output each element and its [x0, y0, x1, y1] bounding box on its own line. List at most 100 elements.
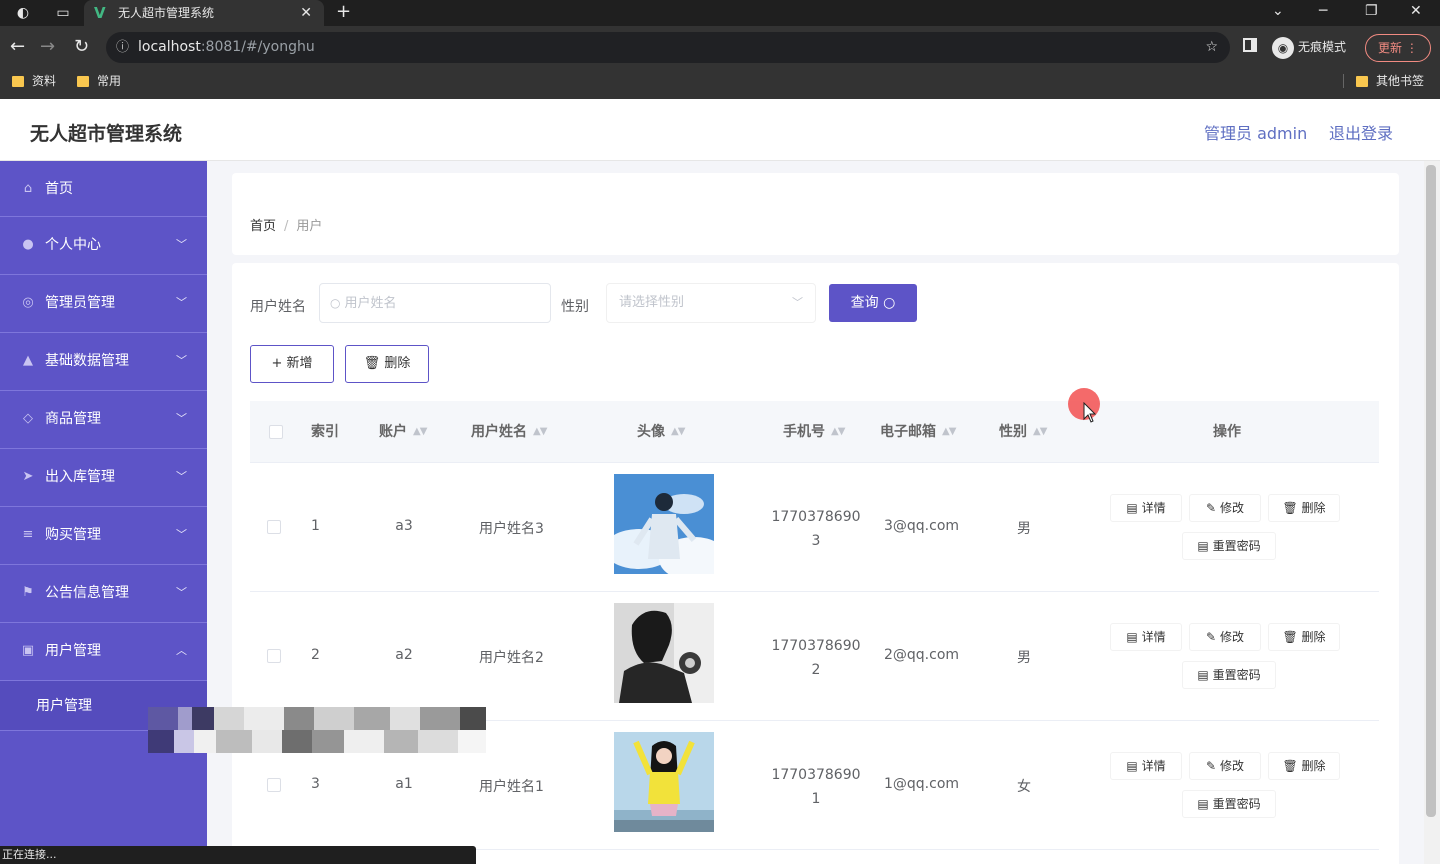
select-all-checkbox[interactable]	[269, 425, 283, 439]
detail-button[interactable]: ▤ 详情	[1110, 752, 1182, 780]
add-button[interactable]: + 新增	[250, 345, 334, 383]
site-info-icon[interactable]: ⓘ	[116, 32, 129, 63]
column-header-gender[interactable]: 性别 ▲▼	[999, 401, 1047, 463]
column-header-account[interactable]: 账户 ▲▼	[379, 401, 427, 463]
trash-icon: 🗑	[1282, 759, 1298, 773]
url-field[interactable]: ⓘ localhost:8081/#/yonghu ☆	[106, 32, 1230, 63]
edit-button[interactable]: ✎ 修改	[1189, 752, 1261, 780]
cell-phone: 1770378690 1	[764, 763, 868, 811]
incognito-indicator[interactable]: ◉ 无痕模式	[1272, 36, 1346, 59]
user-manage-icon: ▣	[21, 643, 35, 658]
back-icon[interactable]: ←	[10, 36, 25, 58]
sidebar-item-label: 基础数据管理	[45, 353, 129, 369]
pixelated-overlay	[148, 707, 486, 753]
reset-password-button[interactable]: ▤ 重置密码	[1182, 790, 1276, 818]
sort-icon[interactable]: ▲▼	[942, 401, 956, 463]
tab-title: 无人超市管理系统	[118, 6, 215, 20]
delete-button[interactable]: 🗑 删除	[1268, 752, 1340, 780]
reset-password-button[interactable]: ▤ 重置密码	[1182, 661, 1276, 689]
bookmark-folder-1[interactable]: 资料	[12, 70, 56, 92]
page-scrollbar[interactable]	[1424, 161, 1440, 864]
incognito-icon: ◉	[1272, 36, 1294, 59]
detail-button[interactable]: ▤ 详情	[1110, 623, 1182, 651]
edit-button[interactable]: ✎ 修改	[1189, 623, 1261, 651]
name-search-input[interactable]: ○ 用户姓名	[319, 283, 551, 323]
delete-label: 删除	[384, 356, 411, 371]
column-header-phone[interactable]: 手机号 ▲▼	[783, 401, 845, 463]
bookmark-separator	[1343, 74, 1344, 88]
edit-icon: ✎	[1206, 501, 1217, 515]
gender-select[interactable]: 请选择性别 ﹀	[606, 283, 816, 323]
bookmark-folder-2[interactable]: 常用	[77, 70, 121, 92]
sort-icon[interactable]: ▲▼	[533, 401, 547, 463]
other-bookmarks[interactable]: 其他书签	[1356, 70, 1424, 92]
tab-search-icon[interactable]: ▭	[54, 4, 72, 22]
delete-button[interactable]: 🗑 删除	[1268, 623, 1340, 651]
cell-index: 1	[311, 518, 320, 534]
column-label: 手机号	[783, 424, 825, 440]
sidebar-item-personal[interactable]: ● 个人中心 ﹀	[0, 217, 207, 275]
sort-icon[interactable]: ▲▼	[413, 401, 427, 463]
cell-phone-line-2: 3	[811, 533, 821, 549]
batch-delete-button[interactable]: 🗑 删除	[345, 345, 429, 383]
window-close-icon[interactable]: ✕	[1410, 0, 1422, 22]
tab-close-icon[interactable]: ✕	[300, 0, 312, 26]
bookmark-star-icon[interactable]: ☆	[1205, 32, 1218, 63]
sidebar-item-label: 个人中心	[45, 237, 101, 253]
cell-phone-line-1: 1770378690	[771, 638, 861, 654]
logout-link[interactable]: 退出登录	[1329, 120, 1393, 144]
delete-button[interactable]: 🗑 删除	[1268, 494, 1340, 522]
forward-icon[interactable]: →	[40, 36, 55, 58]
detail-button[interactable]: ▤ 详情	[1110, 494, 1182, 522]
row-checkbox[interactable]	[267, 649, 281, 663]
url-path: :8081/#/yonghu	[200, 39, 315, 55]
scrollbar-thumb[interactable]	[1426, 165, 1436, 817]
cell-phone-line-2: 2	[811, 662, 821, 678]
reload-icon[interactable]: ↻	[74, 36, 89, 58]
restore-icon[interactable]: ❐	[1365, 0, 1378, 22]
edit-button[interactable]: ✎ 修改	[1189, 494, 1261, 522]
chevron-up-icon: ︿	[176, 644, 187, 657]
sidebar-item-goods[interactable]: ◇ 商品管理 ﹀	[0, 391, 207, 449]
sidebar-item-purchase[interactable]: ≡ 购买管理 ﹀	[0, 507, 207, 565]
edit-label: 修改	[1219, 759, 1244, 773]
sidebar-item-admins[interactable]: ◎ 管理员管理 ﹀	[0, 275, 207, 333]
sidebar-item-stock[interactable]: ➤ 出入库管理 ﹀	[0, 449, 207, 507]
sidebar-item-label: 商品管理	[45, 411, 101, 427]
cell-phone-line-1: 1770378690	[771, 509, 861, 525]
column-header-name[interactable]: 用户姓名 ▲▼	[471, 401, 547, 463]
row-checkbox[interactable]	[267, 778, 281, 792]
bookmark-label: 资料	[32, 74, 57, 88]
sidebar-item-users[interactable]: ▣ 用户管理 ︿	[0, 623, 207, 681]
column-label: 索引	[311, 424, 339, 440]
sort-icon[interactable]: ▲▼	[671, 401, 685, 463]
browser-tab[interactable]: V 无人超市管理系统 ✕	[84, 0, 324, 26]
sort-icon[interactable]: ▲▼	[831, 401, 845, 463]
gender-select-placeholder: 请选择性别	[619, 295, 685, 310]
sort-icon[interactable]: ▲▼	[1033, 401, 1047, 463]
tab-list-chevron-icon[interactable]: ⌄	[1272, 0, 1284, 22]
sidebar-item-basic-data[interactable]: ▲ 基础数据管理 ﹀	[0, 333, 207, 391]
query-button[interactable]: 查询 ○	[829, 284, 917, 322]
admin-icon: ◎	[22, 295, 34, 310]
side-panel-icon[interactable]	[1243, 38, 1257, 52]
sidebar-item-home[interactable]: ⌂ 首页	[0, 161, 207, 217]
breadcrumb-home[interactable]: 首页	[250, 219, 276, 234]
cell-phone-line-1: 1770378690	[771, 767, 861, 783]
flag-icon: ⚑	[22, 585, 34, 600]
url-host: localhost	[138, 39, 201, 55]
new-tab-icon[interactable]: +	[336, 0, 351, 24]
cell-account: a3	[395, 518, 413, 534]
column-header-email[interactable]: 电子邮箱 ▲▼	[880, 401, 956, 463]
column-header-avatar[interactable]: 头像 ▲▼	[637, 401, 685, 463]
reset-password-button[interactable]: ▤ 重置密码	[1182, 532, 1276, 560]
incognito-label: 无痕模式	[1298, 40, 1347, 54]
browser-menu-icon[interactable]: ◐	[14, 4, 32, 22]
sidebar-item-label: 管理员管理	[45, 295, 115, 311]
column-header-actions: 操作	[1213, 401, 1241, 463]
sidebar-item-notice[interactable]: ⚑ 公告信息管理 ﹀	[0, 565, 207, 623]
minimize-icon[interactable]: ─	[1319, 0, 1327, 22]
row-checkbox[interactable]	[267, 520, 281, 534]
mouse-cursor-icon	[1083, 402, 1097, 423]
update-button[interactable]: 更新 ⋮	[1365, 34, 1431, 62]
